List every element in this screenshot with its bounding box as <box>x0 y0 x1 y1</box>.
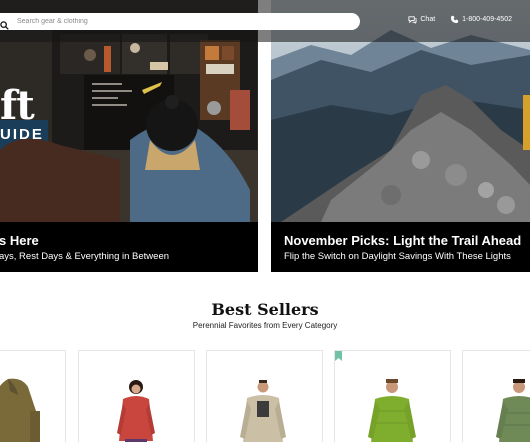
chat-link[interactable]: Chat <box>408 15 435 24</box>
phone-label: 1-800-409-4502 <box>462 16 512 23</box>
product-image <box>117 380 155 442</box>
product-card[interactable] <box>0 350 66 442</box>
search-input[interactable] <box>17 18 317 25</box>
hero-overlay-subtitle: UIDE <box>0 126 44 143</box>
chat-label: Chat <box>420 16 436 23</box>
phone-icon <box>451 15 459 24</box>
hero-subtitle: ays, Rest Days & Everything in Between <box>0 251 170 262</box>
header-links: Chat 1-800-409-4502 <box>408 15 512 24</box>
hero-subtitle: Flip the Switch on Daylight Savings With… <box>284 251 511 262</box>
search-bar[interactable] <box>0 13 360 30</box>
product-image <box>496 379 530 442</box>
hero-overlay-title: ft <box>0 82 35 129</box>
hero-caption: November Picks: Light the Trail Ahead Fl… <box>271 222 530 272</box>
bookmark-icon[interactable] <box>335 351 342 361</box>
product-image <box>0 378 40 442</box>
product-card[interactable] <box>206 350 323 442</box>
best-sellers-subtitle: Perennial Favorites from Every Category <box>192 321 338 330</box>
product-image <box>240 380 286 442</box>
hero-caption: s Here ays, Rest Days & Everything in Be… <box>0 222 258 272</box>
product-card[interactable] <box>462 350 530 442</box>
product-card[interactable] <box>78 350 195 442</box>
search-icon <box>0 17 9 30</box>
header-bar: Chat 1-800-409-4502 <box>0 0 530 42</box>
hero-title[interactable]: s Here <box>0 233 39 248</box>
product-card[interactable] <box>334 350 451 442</box>
product-image <box>368 379 416 442</box>
page: ft UIDE s Here ays, Rest Days & Everythi… <box>0 0 530 442</box>
phone-link[interactable]: 1-800-409-4502 <box>450 15 512 24</box>
chat-icon <box>408 16 417 24</box>
hero-title[interactable]: November Picks: Light the Trail Ahead <box>284 233 521 248</box>
best-sellers-title: Best Sellers <box>211 300 319 319</box>
